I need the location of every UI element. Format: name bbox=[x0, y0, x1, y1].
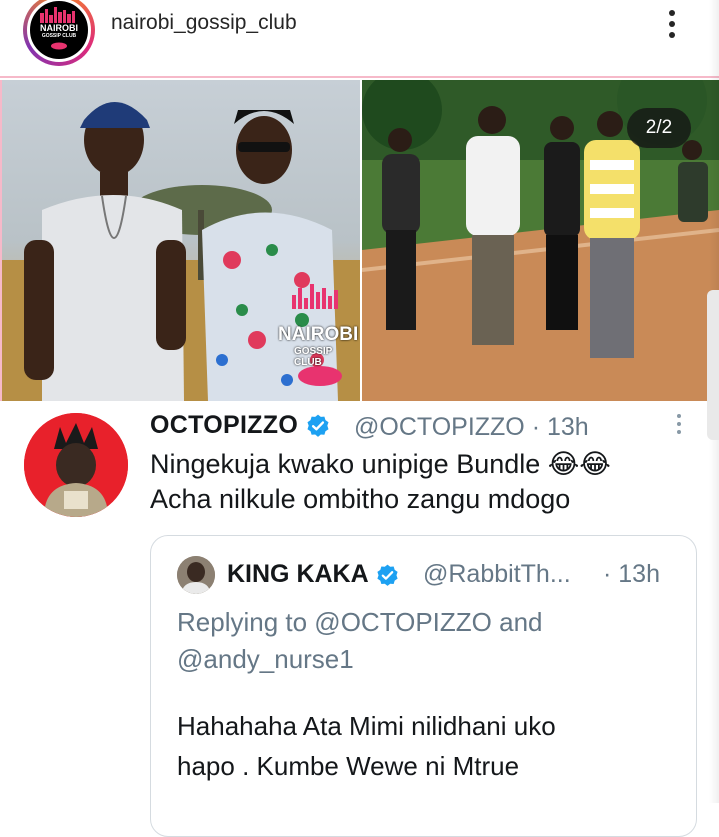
tweet-meta: @OCTOPIZZO · 13h bbox=[354, 413, 589, 442]
username-link[interactable]: nairobi_gossip_club bbox=[111, 11, 297, 35]
quoted-timestamp[interactable]: · 13h bbox=[603, 560, 660, 589]
tweet-author-name[interactable]: OCTOPIZZO bbox=[150, 411, 331, 440]
tweet-timestamp[interactable]: · 13h bbox=[532, 413, 589, 441]
tweet-text-line2: Acha nilkule ombitho zangu mdogo bbox=[150, 484, 571, 514]
tweet-text: Ningekuja kwako unipige Bundle 😂😂 Acha n… bbox=[150, 447, 700, 517]
avatar-logo-subtext: GOSSIP CLUB bbox=[41, 33, 77, 39]
king-kaka-avatar bbox=[177, 556, 215, 594]
avatar-logo-text: NAIROBI bbox=[40, 23, 78, 33]
quoted-text-line1: Hahahaha Ata Mimi nilidhani uko bbox=[177, 711, 556, 741]
quoted-author-handle[interactable]: @RabbitTh... bbox=[423, 560, 571, 589]
post-image-carousel[interactable]: NAIROBI GOSSIP CLUB bbox=[0, 76, 719, 403]
post-header: NAIROBI GOSSIP CLUB nairobi_gossip_club bbox=[0, 0, 719, 76]
quoted-tweet[interactable]: KING KAKA @RabbitTh... · 13h Replying to… bbox=[150, 535, 697, 837]
watermark-title: NAIROBI bbox=[278, 324, 359, 345]
tweet-card: OCTOPIZZO @OCTOPIZZO · 13h Ningekuja kwa… bbox=[0, 401, 719, 837]
replying-to-line1: Replying to @OCTOPIZZO and bbox=[177, 607, 543, 637]
quoted-author-name[interactable]: KING KAKA bbox=[227, 560, 400, 589]
verified-badge-icon bbox=[307, 415, 329, 438]
edge-panel-handle[interactable] bbox=[707, 290, 719, 440]
more-options-icon[interactable] bbox=[660, 6, 684, 42]
verified-badge-icon bbox=[377, 564, 398, 586]
octopizzo-avatar bbox=[24, 413, 128, 517]
watermark-subtitle: GOSSIP CLUB bbox=[294, 346, 333, 368]
profile-avatar[interactable]: NAIROBI GOSSIP CLUB bbox=[23, 0, 95, 66]
replying-to-line2: @andy_nurse1 bbox=[177, 644, 354, 674]
quoted-text-line2: hapo . Kumbe Wewe ni Mtrue bbox=[177, 751, 520, 781]
tweet-text-line1: Ningekuja kwako unipige Bundle 😂😂 bbox=[150, 449, 611, 479]
tweet-author-handle[interactable]: @OCTOPIZZO bbox=[354, 413, 525, 441]
image-counter-badge: 2/2 bbox=[627, 108, 691, 148]
quoted-tweet-text: Hahahaha Ata Mimi nilidhani uko hapo . K… bbox=[177, 706, 677, 786]
replying-to-text: Replying to @OCTOPIZZO and @andy_nurse1 bbox=[177, 604, 677, 678]
photo-two-men-posing: NAIROBI GOSSIP CLUB bbox=[0, 80, 360, 401]
tweet-more-icon[interactable] bbox=[673, 411, 685, 441]
